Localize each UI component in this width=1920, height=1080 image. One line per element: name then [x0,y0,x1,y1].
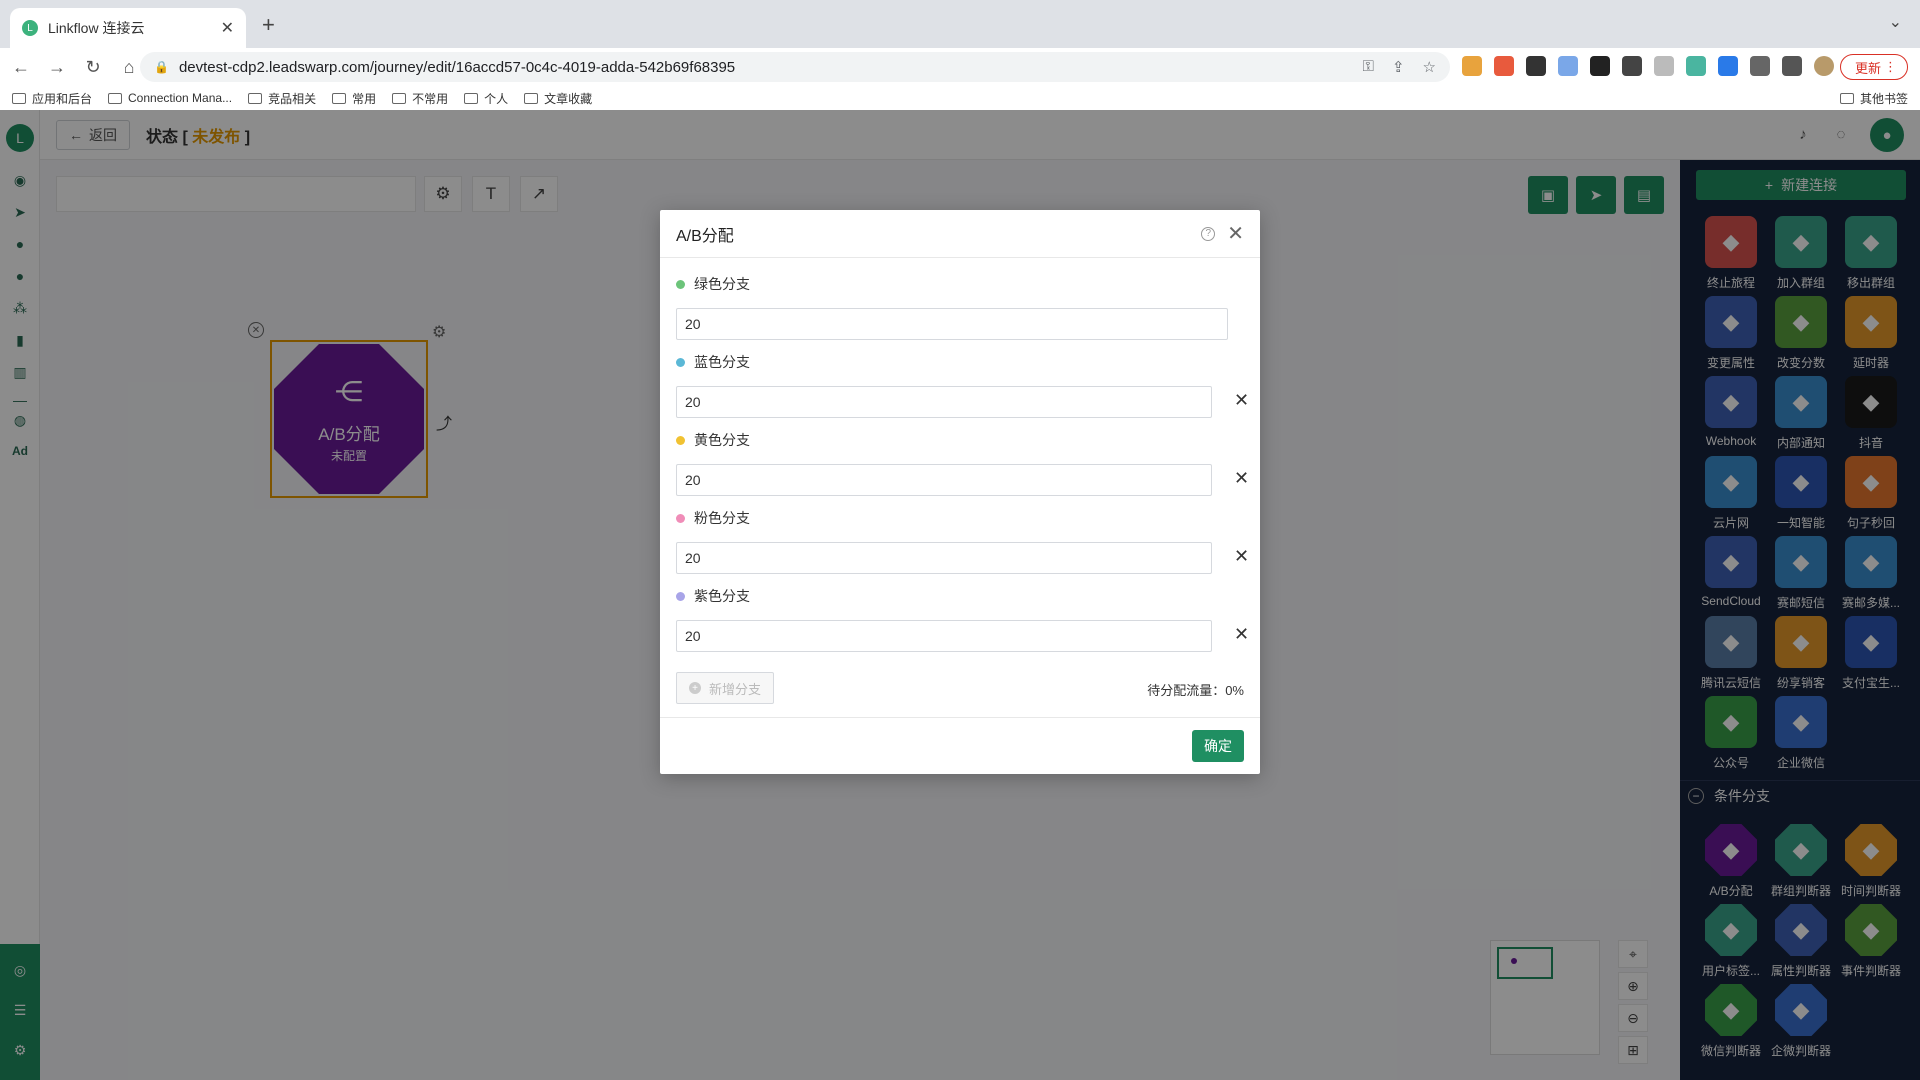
folder-icon [464,92,479,104]
bookmark-label: 其他书签 [1859,92,1908,106]
bookmark-label: 个人 [484,91,509,106]
profile-avatar-icon[interactable] [1814,56,1834,76]
browser-toolbar: ← → ↻ ⌂ 🔒 devtest-cdp2.leadswarp.com/jou… [0,48,1920,86]
update-button[interactable]: 更新 ⋮ [1839,54,1908,80]
share-icon[interactable]: ⇪ [1392,58,1405,76]
forward-arrow-icon[interactable]: → [42,57,72,78]
folder-icon [392,92,407,104]
branch-green: 绿色分支 20 [676,274,1228,340]
bookmark-folder[interactable]: Connection Mana... [108,91,232,105]
tab-close-icon[interactable]: ✕ [221,18,234,38]
confirm-button[interactable]: 确定 [1192,730,1244,762]
new-tab-icon[interactable]: + [262,12,275,38]
bookmark-label: 常用 [352,91,377,106]
remaining-value: 0% [1225,683,1244,698]
add-branch-button[interactable]: + 新增分支 [676,672,775,704]
branch-color-dot [676,435,685,445]
remove-branch-icon[interactable]: ✕ [1234,624,1249,645]
plus-circle-icon: + [689,682,701,694]
bookmark-folder[interactable]: 不常用 [392,90,448,107]
branch-percent-input[interactable]: 20 [676,386,1212,418]
remaining-label: 待分配流量： [1147,683,1226,698]
folder-icon [332,92,347,104]
key-icon[interactable]: ⚿ [1363,58,1374,76]
folder-icon [1839,93,1854,104]
extension-icon[interactable] [1686,56,1706,76]
bookmark-label: Connection Mana... [128,91,233,105]
branch-label: 蓝色分支 [694,354,750,370]
branch-label: 粉色分支 [694,510,750,526]
bookmark-label: 应用和后台 [32,91,93,106]
branch-purple: 紫色分支 20 ✕ [676,586,1249,652]
folder-icon [248,92,263,104]
linkflow-favicon-icon: L [22,20,38,36]
sidepanel-icon[interactable] [1782,56,1802,76]
branch-percent-input[interactable]: 20 [676,542,1212,574]
update-label: 更新 [1854,60,1881,76]
bookmark-label: 竞品相关 [268,91,317,106]
browser-tab[interactable]: L Linkflow 连接云 ✕ [10,8,246,48]
branch-percent-input[interactable]: 20 [676,620,1212,652]
tab-menu-chevron-icon[interactable]: ⌄ [1889,12,1902,32]
extension-icon[interactable] [1494,56,1514,76]
folder-icon [12,92,26,104]
other-bookmarks[interactable]: 其他书签 [1839,90,1908,107]
remaining-traffic: 待分配流量：0% [1147,680,1244,699]
extension-icon[interactable] [1558,56,1578,76]
branch-percent-input[interactable]: 20 [676,464,1212,496]
extension-icon[interactable] [1654,56,1674,76]
ab-split-modal: A/B分配 ? ✕ 绿色分支 20 蓝色分支 20 ✕ 黄色分支 20 ✕ 粉色… [660,210,1260,774]
modal-footer: 确定 [660,718,1260,774]
reload-icon[interactable]: ↻ [78,57,108,78]
bookmark-folder[interactable]: 应用和后台 [12,90,92,107]
branch-color-dot [676,279,685,289]
extension-icon[interactable] [1526,56,1546,76]
add-branch-label: 新增分支 [709,681,762,697]
address-bar[interactable]: 🔒 devtest-cdp2.leadswarp.com/journey/edi… [140,52,1450,82]
extension-icon[interactable] [1622,56,1642,76]
bookmark-folder[interactable]: 个人 [464,90,508,107]
modal-title: A/B分配 [676,227,734,245]
bookmark-label: 文章收藏 [544,91,593,106]
browser-tabbar: L Linkflow 连接云 ✕ + ⌄ [0,0,1920,48]
branch-label: 绿色分支 [694,276,750,292]
close-icon[interactable]: ✕ [1227,224,1244,244]
branch-yellow: 黄色分支 20 ✕ [676,430,1249,496]
extension-icon[interactable] [1718,56,1738,76]
back-arrow-icon[interactable]: ← [6,57,36,78]
branch-blue: 蓝色分支 20 ✕ [676,352,1249,418]
modal-body: 绿色分支 20 蓝色分支 20 ✕ 黄色分支 20 ✕ 粉色分支 20 ✕ 紫色… [660,258,1260,718]
help-icon[interactable]: ? [1201,226,1216,241]
branch-label: 黄色分支 [694,432,750,448]
remove-branch-icon[interactable]: ✕ [1234,390,1249,411]
extension-icon[interactable] [1462,56,1482,76]
branch-percent-input[interactable]: 20 [676,308,1228,340]
extension-icon[interactable] [1590,56,1610,76]
more-vert-icon[interactable]: ⋮ [1884,59,1897,75]
puzzle-icon[interactable] [1750,56,1770,76]
bookmark-folder[interactable]: 文章收藏 [524,90,592,107]
branch-color-dot [676,513,685,523]
star-icon[interactable]: ☆ [1423,58,1436,76]
tab-title: Linkflow 连接云 [48,20,145,36]
branch-color-dot [676,357,685,367]
extensions [1462,56,1834,76]
bookmark-label: 不常用 [412,91,449,106]
url-text: devtest-cdp2.leadswarp.com/journey/edit/… [178,58,736,76]
remove-branch-icon[interactable]: ✕ [1234,468,1249,489]
remove-branch-icon[interactable]: ✕ [1234,546,1249,567]
folder-icon [108,92,123,104]
folder-icon [524,92,539,104]
lock-icon: 🔒 [154,60,169,74]
bookmarks-bar: 应用和后台 Connection Mana... 竞品相关 常用 不常用 个人 … [0,86,1920,110]
branch-label: 紫色分支 [694,588,750,604]
branch-color-dot [676,591,685,601]
bookmark-folder[interactable]: 竞品相关 [248,90,316,107]
branch-pink: 粉色分支 20 ✕ [676,508,1249,574]
modal-header: A/B分配 ? ✕ [660,210,1260,258]
bookmark-folder[interactable]: 常用 [332,90,376,107]
